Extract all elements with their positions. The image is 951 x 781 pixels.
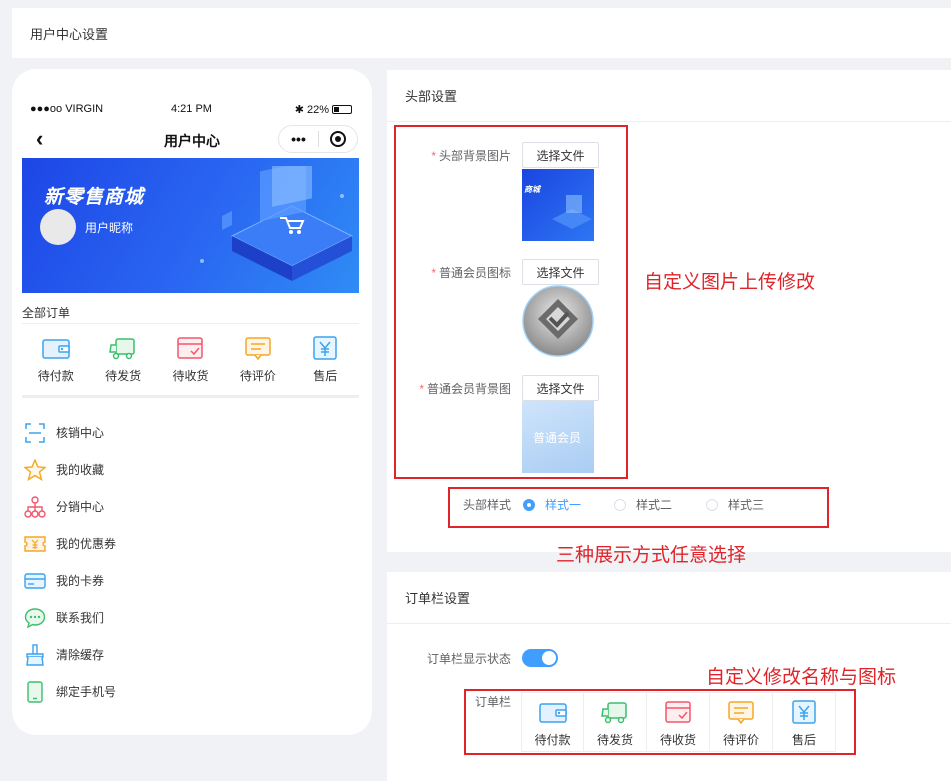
package-icon [177,337,204,359]
target-icon [329,131,346,147]
all-orders-label[interactable]: 全部订单 [22,304,70,321]
page-header: 用户中心设置 [12,8,951,58]
order-item-pending-shipment[interactable]: 待发货 [89,335,156,391]
order-status-label: 订单栏显示状态 [426,652,511,666]
menu-item-clear-cache[interactable]: 清除缓存 [24,636,354,673]
upload-highlight-box [394,125,628,479]
header-panel-title: 头部设置 [405,89,458,104]
order-item-label: 待发货 [105,369,142,383]
bluetooth-icon: ✱ [294,104,304,116]
menu-item-contact-us[interactable]: 联系我们 [24,599,354,636]
banner-title: 新零售商城 [44,187,145,208]
truck-icon [109,338,135,360]
panel-title: 订单栏设置 [387,572,951,624]
battery-icon [332,105,352,114]
order-item-pending-payment[interactable]: 待付款 [22,335,89,391]
menu-item-label: 绑定手机号 [56,685,117,699]
banner-illustration-icon [200,166,354,281]
order-item-label: 待评价 [239,369,276,383]
section-divider [22,395,359,398]
phone-preview: ●●●oo VIRGIN 4:21 PM ✱ 22% ‹ 用户中心 ••• 新零… [12,69,372,735]
yuan-icon [313,336,337,360]
wallet-icon [41,339,70,359]
phone-icon [24,680,46,703]
mini-program-capsule: ••• [278,125,358,153]
comment-icon [245,337,271,361]
menu-item-distribution-center[interactable]: 分销中心 [24,488,354,525]
status-right: ✱ 22% [295,103,352,116]
menu-item-coupons[interactable]: 我的优惠券 [24,525,354,562]
hierarchy-icon [24,495,46,518]
avatar[interactable] [40,209,76,245]
menu-item-label: 联系我们 [56,611,105,625]
order-item-pending-receipt[interactable]: 待收货 [157,335,224,391]
menu-item-favorites[interactable]: 我的收藏 [24,451,354,488]
menu-item-label: 我的收藏 [56,463,105,477]
order-item-pending-review[interactable]: 待评价 [224,335,291,391]
more-icon[interactable]: ••• [279,131,318,147]
order-panel-title: 订单栏设置 [405,591,471,606]
order-status-row: 待付款 待发货 待收货 待评价 售后 [22,335,359,391]
upload-annotation: 自定义图片上传修改 [644,272,816,293]
nav-bar: ‹ 用户中心 ••• [22,125,362,155]
status-bar: ●●●oo VIRGIN 4:21 PM ✱ 22% [30,103,352,117]
order-item-label: 售后 [313,369,338,383]
scan-icon [24,422,46,444]
order-status-switch[interactable] [522,649,558,667]
menu-item-label: 分销中心 [56,500,105,514]
status-time: 4:21 PM [171,103,212,115]
user-nickname: 用户昵称 [85,221,134,235]
battery-percent: 22% [306,103,329,116]
menu-item-bind-phone[interactable]: 绑定手机号 [24,673,354,710]
menu-item-label: 我的优惠券 [56,537,117,551]
menu-item-verification-center[interactable]: 核销中心 [24,414,354,451]
style-highlight-box [448,487,829,528]
menu-item-cards[interactable]: 我的卡券 [24,562,354,599]
order-item-label: 待付款 [37,369,74,383]
menu-item-label: 清除缓存 [56,648,105,662]
order-item-after-sales[interactable]: 售后 [292,335,359,391]
order-item-label: 待收货 [172,369,209,383]
star-icon [24,458,46,481]
carrier-label: ●●●oo VIRGIN [30,103,104,115]
panel-title: 头部设置 [387,70,951,122]
chat-icon [24,607,46,629]
page-title: 用户中心设置 [30,26,109,42]
order-annotation: 自定义修改名称与图标 [706,667,897,688]
order-highlight-box [464,689,856,755]
header-banner: 新零售商城 用户昵称 [22,158,359,293]
card-icon [24,570,46,592]
style-annotation: 三种展示方式任意选择 [556,545,747,566]
coupon-icon [24,533,46,555]
menu-item-label: 我的卡券 [56,574,105,588]
menu-list: 核销中心 我的收藏 分销中心 我的优惠券 我的卡券 联系我们 清除缓存 绑定手机… [24,414,354,710]
menu-item-label: 核销中心 [56,426,105,440]
orders-divider [22,323,359,324]
broom-icon [24,643,46,666]
close-target-button[interactable] [319,131,357,147]
